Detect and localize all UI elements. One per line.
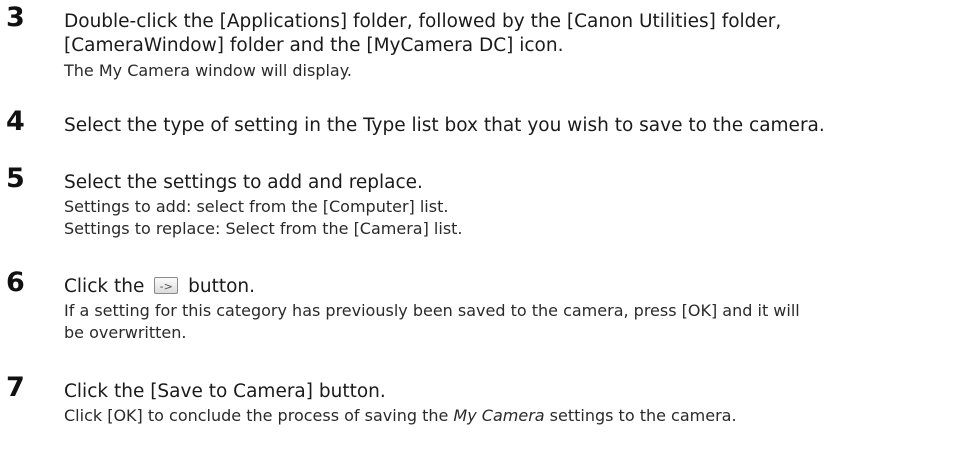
step-number: 3 <box>6 2 25 33</box>
step-heading: Click the -> button. <box>64 275 255 299</box>
step-heading-line: [CameraWindow] folder and the [MyCamera … <box>64 35 564 56</box>
step-body-line: be overwritten. <box>64 323 187 342</box>
step-heading: Select the settings to add and replace. <box>64 171 423 195</box>
step-body-line: Settings to add: select from the [Comput… <box>64 197 449 216</box>
arrow-button-glyph: -> <box>159 280 173 293</box>
step-body-line: Settings to replace: Select from the [Ca… <box>64 219 463 238</box>
step-body-emphasis: My Camera <box>453 406 545 425</box>
step-body-text: Click [OK] to conclude the process of sa… <box>64 406 454 425</box>
step-heading-line: Select the type of setting in the Type l… <box>64 115 825 136</box>
step-heading: Click the [Save to Camera] button. <box>64 380 386 404</box>
step-number: 4 <box>6 106 25 137</box>
arrow-button-icon: -> <box>154 277 179 294</box>
step-number: 7 <box>6 372 25 403</box>
step-heading-line: Click the [Save to Camera] button. <box>64 381 386 402</box>
step-heading-text: button. <box>188 276 256 297</box>
step-heading: Double-click the [Applications] folder, … <box>64 10 781 58</box>
step-number: 5 <box>6 163 25 194</box>
step-heading-text: Click the <box>64 276 145 297</box>
step-number: 6 <box>6 267 25 298</box>
step-body-line: If a setting for this category has previ… <box>64 301 800 320</box>
step-body: The My Camera window will display. <box>64 60 352 82</box>
step-body: Click [OK] to conclude the process of sa… <box>64 405 737 427</box>
step-heading: Select the type of setting in the Type l… <box>64 114 825 138</box>
step-heading-line: Select the settings to add and replace. <box>64 172 423 193</box>
step-body: Settings to add: select from the [Comput… <box>64 196 463 240</box>
step-body-text: settings to the camera. <box>544 406 737 425</box>
step-body-line: The My Camera window will display. <box>64 61 352 80</box>
step-heading-line: Double-click the [Applications] folder, … <box>64 11 782 32</box>
step-body: If a setting for this category has previ… <box>64 300 800 344</box>
